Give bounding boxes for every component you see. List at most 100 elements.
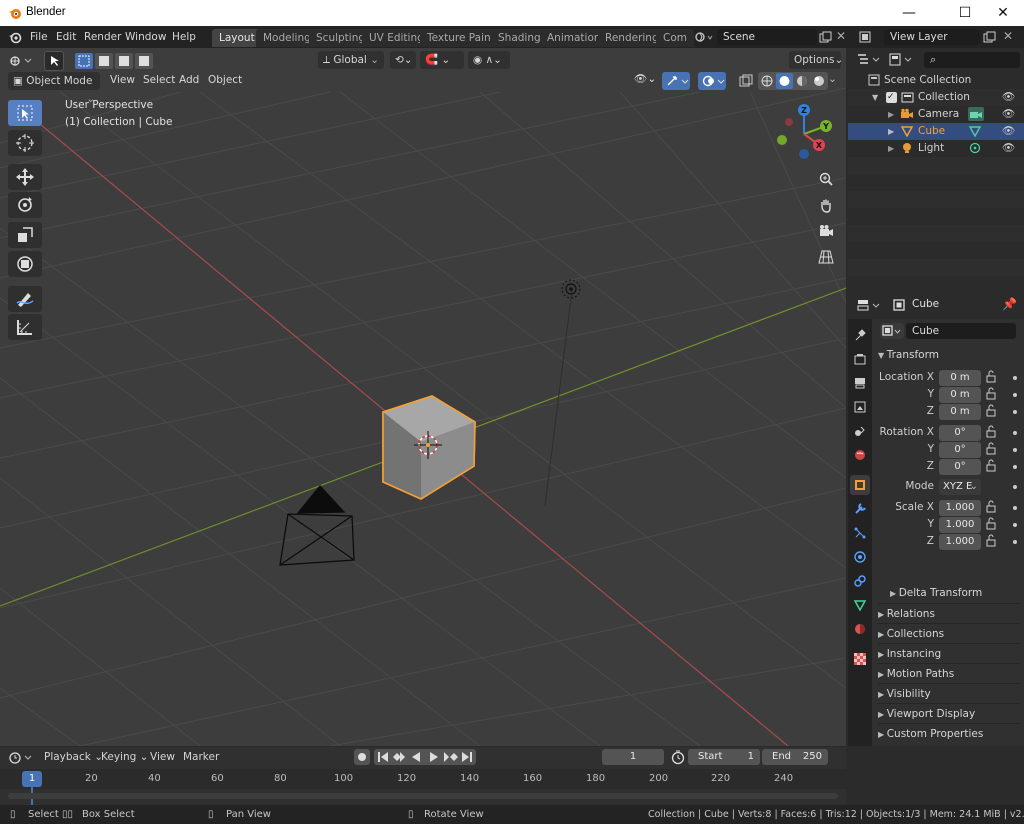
zoom-view-icon[interactable] [815, 168, 837, 190]
timeline-scrollbar[interactable] [8, 793, 838, 799]
camera-data-icon[interactable] [968, 107, 984, 121]
object-mode-dropdown[interactable]: ▣ Object Mode ⌄ [8, 72, 100, 105]
end-frame-field[interactable]: End 250 [762, 749, 828, 765]
tab-data[interactable] [850, 595, 870, 615]
tab-constraints[interactable] [850, 571, 870, 591]
tab-compositing[interactable]: Com [656, 29, 694, 47]
transform-tool[interactable] [8, 251, 42, 277]
shading-options-chevron-icon[interactable]: ⌄ [828, 73, 837, 85]
editor-type-menu[interactable] [8, 52, 34, 70]
start-frame-field[interactable]: Start 1 [688, 749, 760, 765]
object-name-field[interactable]: Cube [906, 323, 1016, 339]
expand-arrow-icon[interactable]: ▶ [888, 106, 894, 123]
measure-tool[interactable] [8, 314, 42, 340]
location-x-field[interactable]: 0 m [939, 370, 981, 386]
lock-and-keyframe-column[interactable] [985, 370, 1021, 552]
preview-range-stopwatch-icon[interactable] [670, 749, 686, 765]
scene-name-field[interactable]: Scene [717, 29, 817, 45]
tab-view-layer[interactable] [850, 397, 870, 417]
menu-edit[interactable]: Edit [52, 29, 80, 45]
visibility-dropdown[interactable]: 👁⌄ [634, 72, 658, 90]
camera-object[interactable] [279, 485, 355, 566]
current-frame-field[interactable]: 1 [602, 749, 664, 765]
snap-dropdown[interactable]: 🧲 ⌄ [420, 51, 464, 69]
tab-texture-paint[interactable]: Texture Paint [420, 29, 502, 47]
tab-material[interactable] [850, 619, 870, 639]
outliner-row-scene-collection[interactable]: Scene Collection [848, 72, 1024, 89]
eye-icon[interactable]: 👁 [1002, 89, 1015, 106]
visibility-panel-header[interactable]: ▶ Visibility [878, 683, 1020, 703]
timeline-editor-type-icon[interactable] [8, 750, 34, 766]
outliner-row-camera[interactable]: ▶ Camera 👁 [848, 106, 1024, 123]
cursor-tool[interactable] [8, 130, 42, 156]
3d-viewport[interactable]: ⟂ Global ⌄ ⟲⌄ 🧲 ⌄ ◉ ∧⌄ Options⌄ ▣ Object … [0, 48, 846, 746]
select-tool-toggle[interactable] [44, 51, 64, 71]
collection-checkbox[interactable]: ✓ [886, 92, 897, 103]
rotation-z-field[interactable]: 0° [939, 459, 981, 475]
menu-window[interactable]: Window [121, 29, 170, 45]
menu-help[interactable]: Help [168, 29, 200, 45]
camera-view-icon[interactable] [815, 220, 837, 242]
outliner-row-cube[interactable]: ▶ Cube 👁 [848, 123, 1024, 140]
marker-menu[interactable]: Marker [179, 749, 223, 765]
expand-arrow-icon[interactable]: ▶ [888, 140, 894, 157]
rotation-x-field[interactable]: 0° [939, 425, 981, 441]
xray-toggle-icon[interactable] [738, 73, 754, 89]
scene-icon[interactable] [694, 30, 714, 44]
scale-z-field[interactable]: 1.000 [939, 534, 981, 550]
blender-menu-icon[interactable] [8, 30, 22, 44]
tab-render[interactable] [850, 349, 870, 369]
outliner-editor-type-icon[interactable] [856, 52, 882, 68]
keying-menu[interactable]: Keying ⌄ [97, 749, 152, 765]
tab-modifiers[interactable] [850, 499, 870, 519]
transform-panel-header[interactable]: ▼ Transform [878, 345, 1020, 365]
location-y-field[interactable]: 0 m [939, 387, 981, 403]
rotation-mode-dropdown[interactable]: XYZ E ⌄ [939, 479, 981, 495]
expand-arrow-icon[interactable]: ▶ [888, 123, 894, 140]
tab-scene[interactable] [850, 421, 870, 441]
view-layer-icon[interactable] [858, 30, 882, 44]
cube-object[interactable] [382, 395, 476, 500]
tab-particles[interactable] [850, 523, 870, 543]
viewport-menu-select[interactable]: Select [139, 72, 179, 88]
remove-view-layer-icon[interactable]: ✕ [1003, 29, 1013, 43]
viewport-display-panel-header[interactable]: ▶ Viewport Display [878, 703, 1020, 723]
tab-tool[interactable] [850, 325, 870, 345]
tab-object[interactable] [850, 475, 870, 495]
viewport-scene[interactable] [0, 48, 846, 746]
pan-view-hand-icon[interactable] [815, 194, 837, 216]
motion-paths-panel-header[interactable]: ▶ Motion Paths [878, 663, 1020, 683]
view-layer-field[interactable]: View Layer [884, 29, 980, 45]
properties-editor-type-icon[interactable] [856, 298, 882, 314]
instancing-panel-header[interactable]: ▶ Instancing [878, 643, 1020, 663]
viewport-menu-view[interactable]: View [106, 72, 139, 88]
scale-tool[interactable] [8, 222, 42, 248]
timeline-view-menu[interactable]: View [146, 749, 179, 765]
delta-transform-subpanel[interactable]: ▶ Delta Transform [890, 583, 1020, 603]
playback-controls[interactable] [374, 749, 476, 765]
transform-orientation-dropdown[interactable]: ⟂ Global ⌄ [318, 51, 384, 69]
menu-render[interactable]: Render [80, 29, 125, 45]
perspective-toggle-grid-icon[interactable] [815, 246, 837, 268]
rotate-tool[interactable] [8, 192, 42, 218]
expand-arrow-icon[interactable]: ▼ [872, 89, 878, 106]
new-scene-icon[interactable] [819, 31, 832, 44]
menu-file[interactable]: File [26, 29, 52, 45]
location-z-field[interactable]: 0 m [939, 404, 981, 420]
scale-x-field[interactable]: 1.000 [939, 500, 981, 516]
eye-icon[interactable]: 👁 [1002, 123, 1015, 140]
move-tool[interactable] [8, 164, 42, 190]
tab-texture[interactable] [850, 649, 870, 669]
shading-mode-buttons[interactable] [758, 72, 828, 90]
auto-keying-toggle[interactable] [354, 749, 370, 765]
overlays-toggle[interactable] [698, 72, 726, 90]
viewport-menu-object[interactable]: Object [204, 72, 246, 88]
pin-icon[interactable]: 📌 [1002, 297, 1017, 311]
display-mode-dropdown[interactable] [888, 52, 914, 68]
outliner-row-light[interactable]: ▶ Light 👁 [848, 140, 1024, 157]
tab-layout[interactable]: Layout [212, 29, 262, 47]
minimize-button[interactable]: — [886, 0, 932, 26]
selection-mode-buttons[interactable] [74, 52, 154, 70]
close-button[interactable]: ✕ [980, 0, 1024, 26]
playhead-frame-indicator[interactable]: 1 [22, 771, 42, 787]
